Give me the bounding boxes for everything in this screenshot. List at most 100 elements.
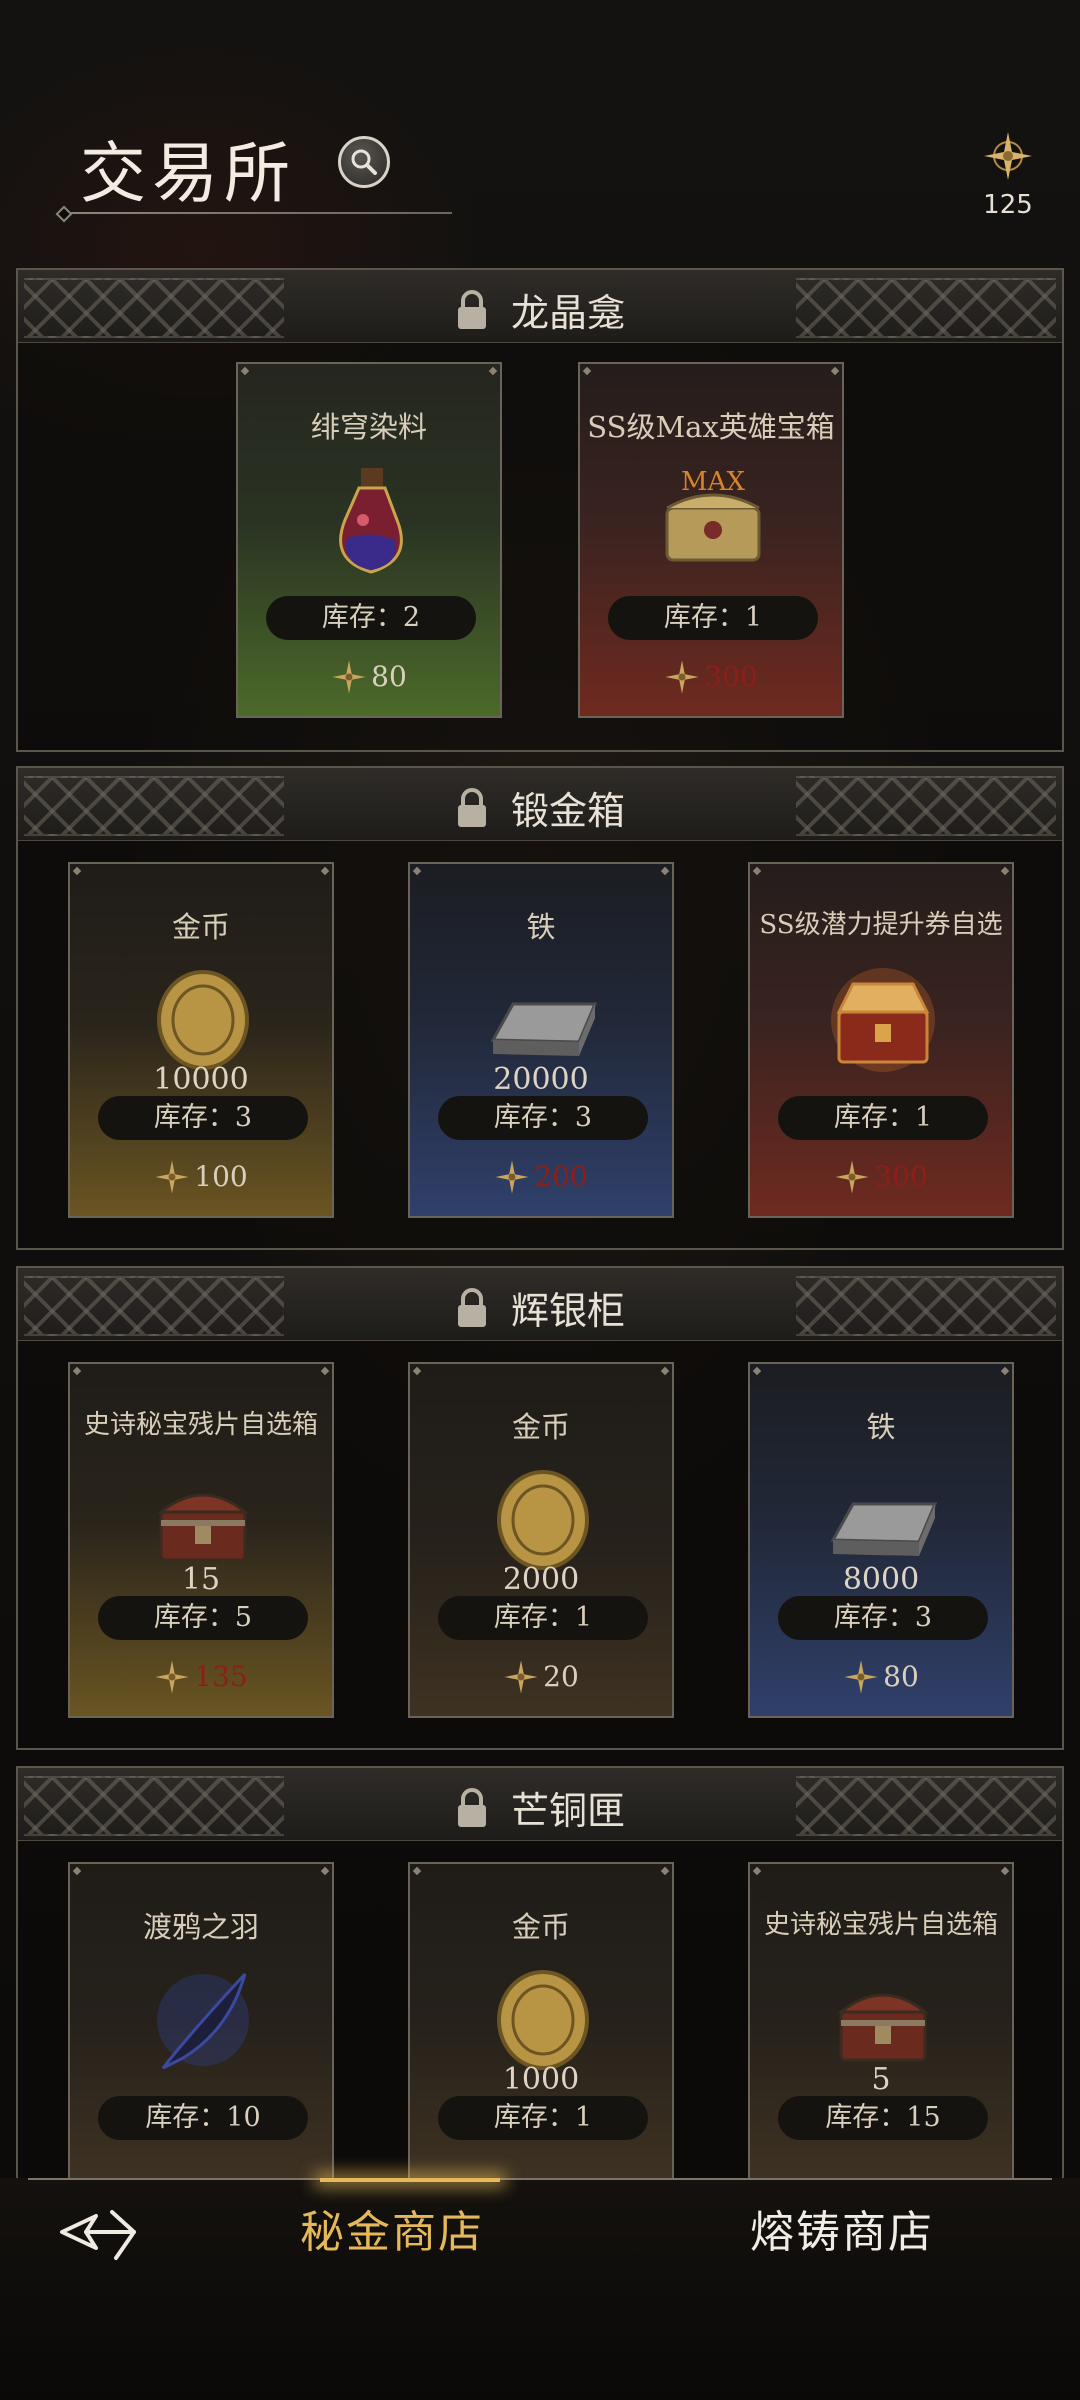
item-price: 300 (580, 658, 842, 695)
section-title: 芒铜匣 (511, 1789, 626, 1833)
shop-item-card[interactable]: 渡鸦之羽 库存：10 (68, 1862, 334, 2180)
compass-star-icon (504, 1659, 538, 1694)
compass-star-icon (155, 1159, 189, 1194)
item-stock: 库存：10 (98, 2096, 308, 2140)
shop-item-card[interactable]: 绯穹染料 库存：2 80 (236, 362, 502, 718)
back-arrow-icon (60, 2210, 136, 2260)
tab-forge-shop[interactable]: 熔铸商店 (750, 2196, 934, 2260)
shop-section-copper-case: 芒铜匣 渡鸦之羽 库存：10 金币 1000 库存：1 史诗秘宝残片自选箱 5 … (16, 1766, 1064, 2180)
item-stock: 库存：15 (778, 2096, 988, 2140)
item-stock: 库存：1 (608, 596, 818, 640)
item-quantity: 8000 (842, 1562, 920, 1597)
shop-item-card[interactable]: 铁 8000 库存：3 80 (748, 1362, 1014, 1718)
item-price: 100 (70, 1158, 332, 1195)
section-title: 锻金箱 (511, 789, 626, 833)
item-quantity: 10000 (153, 1062, 249, 1097)
item-price: 135 (70, 1658, 332, 1695)
currency-amount: 125 (983, 190, 1033, 220)
divider (28, 2178, 1052, 2180)
lock-icon (457, 289, 486, 329)
compass-star-icon (155, 1659, 189, 1694)
section-header: 锻金箱 (18, 768, 1062, 841)
compass-star-icon (495, 1159, 529, 1194)
section-header: 辉银柜 (18, 1268, 1062, 1341)
shop-item-card[interactable]: 金币 2000 库存：1 20 (408, 1362, 674, 1718)
raven-feather-icon (157, 1972, 249, 2070)
tab-secret-gold-shop[interactable]: 秘金商店 (300, 2196, 484, 2260)
shop-item-card[interactable]: SS级Max英雄宝箱 MAX 库存：1 300 (578, 362, 844, 718)
bottom-nav: 秘金商店 熔铸商店 (0, 2178, 1080, 2400)
search-icon (351, 149, 377, 175)
shop-item-card[interactable]: 史诗秘宝残片自选箱 15 库存：5 135 (68, 1362, 334, 1718)
compass-star-icon (332, 659, 366, 694)
item-name: 金币 (511, 1910, 570, 1944)
currency-balance[interactable]: 125 (978, 130, 1038, 220)
shop-item-card[interactable]: 史诗秘宝残片自选箱 5 库存：15 (748, 1862, 1014, 2180)
header: 交易所 125 (0, 0, 1080, 250)
price-value: 80 (371, 660, 407, 693)
item-price: 200 (410, 1158, 672, 1195)
item-name: 渡鸦之羽 (142, 1910, 259, 1944)
item-quantity: 20000 (493, 1062, 589, 1097)
item-stock: 库存：1 (438, 1596, 648, 1640)
item-stock: 库存：2 (266, 596, 476, 640)
back-button[interactable] (56, 2198, 146, 2268)
max-badge: MAX (681, 467, 745, 497)
shop-section-dragon-crystal: 龙晶龛 绯穹染料 库存：2 80 SS级Max英雄宝箱 MAX 库存：1 300 (16, 268, 1064, 752)
treasure-chest-icon: MAX (665, 467, 761, 562)
item-quantity: 2000 (502, 1562, 580, 1597)
title-underline (62, 212, 452, 214)
shop-item-card[interactable]: 金币 1000 库存：1 (408, 1862, 674, 2180)
shop-item-card[interactable]: SS级潜力提升券自选 库存：1 300 (748, 862, 1014, 1218)
item-stock: 库存：1 (438, 2096, 648, 2140)
price-value: 300 (704, 660, 758, 693)
item-quantity: 1000 (502, 2062, 580, 2097)
price-value: 300 (874, 1160, 928, 1193)
price-value: 80 (883, 1660, 919, 1693)
price-value: 135 (194, 1660, 248, 1693)
section-header: 龙晶龛 (18, 270, 1062, 343)
shop-section-forged-gold-box: 锻金箱 金币 10000 库存：3 100 铁 20000 库存：3 200 S… (16, 766, 1064, 1250)
page-title: 交易所 (80, 135, 296, 212)
lock-icon (457, 1287, 486, 1327)
search-button[interactable] (338, 136, 390, 188)
section-title: 龙晶龛 (511, 291, 626, 335)
item-name: 铁 (866, 1410, 896, 1444)
item-name: 史诗秘宝残片自选箱 (763, 1910, 998, 1940)
item-stock: 库存：1 (778, 1096, 988, 1140)
item-price: 20 (410, 1658, 672, 1695)
shop-section-silver-cabinet: 辉银柜 史诗秘宝残片自选箱 15 库存：5 135 金币 2000 库存：1 2… (16, 1266, 1064, 1750)
item-name: SS级Max英雄宝箱 (587, 410, 835, 444)
item-quantity: 15 (181, 1562, 221, 1597)
active-tab-indicator (320, 2178, 500, 2182)
compass-star-icon (984, 132, 1032, 180)
price-value: 200 (534, 1160, 588, 1193)
price-value: 100 (194, 1160, 248, 1193)
item-name: 金币 (171, 910, 230, 944)
lock-icon (457, 787, 486, 827)
glowing-chest-icon (831, 968, 935, 1072)
lock-icon (457, 1787, 486, 1827)
section-header: 芒铜匣 (18, 1768, 1062, 1841)
item-stock: 库存：3 (438, 1096, 648, 1140)
item-name: SS级潜力提升券自选 (759, 910, 1003, 940)
item-stock: 库存：3 (778, 1596, 988, 1640)
item-name: 史诗秘宝残片自选箱 (83, 1410, 318, 1440)
potion-icon (339, 468, 403, 574)
item-quantity: 5 (871, 2062, 891, 2097)
shop-item-card[interactable]: 金币 10000 库存：3 100 (68, 862, 334, 1218)
item-price: 80 (238, 658, 500, 695)
item-name: 金币 (511, 1410, 570, 1444)
item-stock: 库存：5 (98, 1596, 308, 1640)
item-price: 80 (750, 1658, 1012, 1695)
section-title: 辉银柜 (511, 1289, 626, 1333)
price-value: 20 (543, 1660, 579, 1693)
compass-star-icon (665, 659, 699, 694)
item-name: 铁 (526, 910, 556, 944)
compass-star-icon (844, 1659, 878, 1694)
shop-item-card[interactable]: 铁 20000 库存：3 200 (408, 862, 674, 1218)
item-price: 300 (750, 1158, 1012, 1195)
compass-star-icon (835, 1159, 869, 1194)
item-stock: 库存：3 (98, 1096, 308, 1140)
item-name: 绯穹染料 (310, 410, 427, 444)
